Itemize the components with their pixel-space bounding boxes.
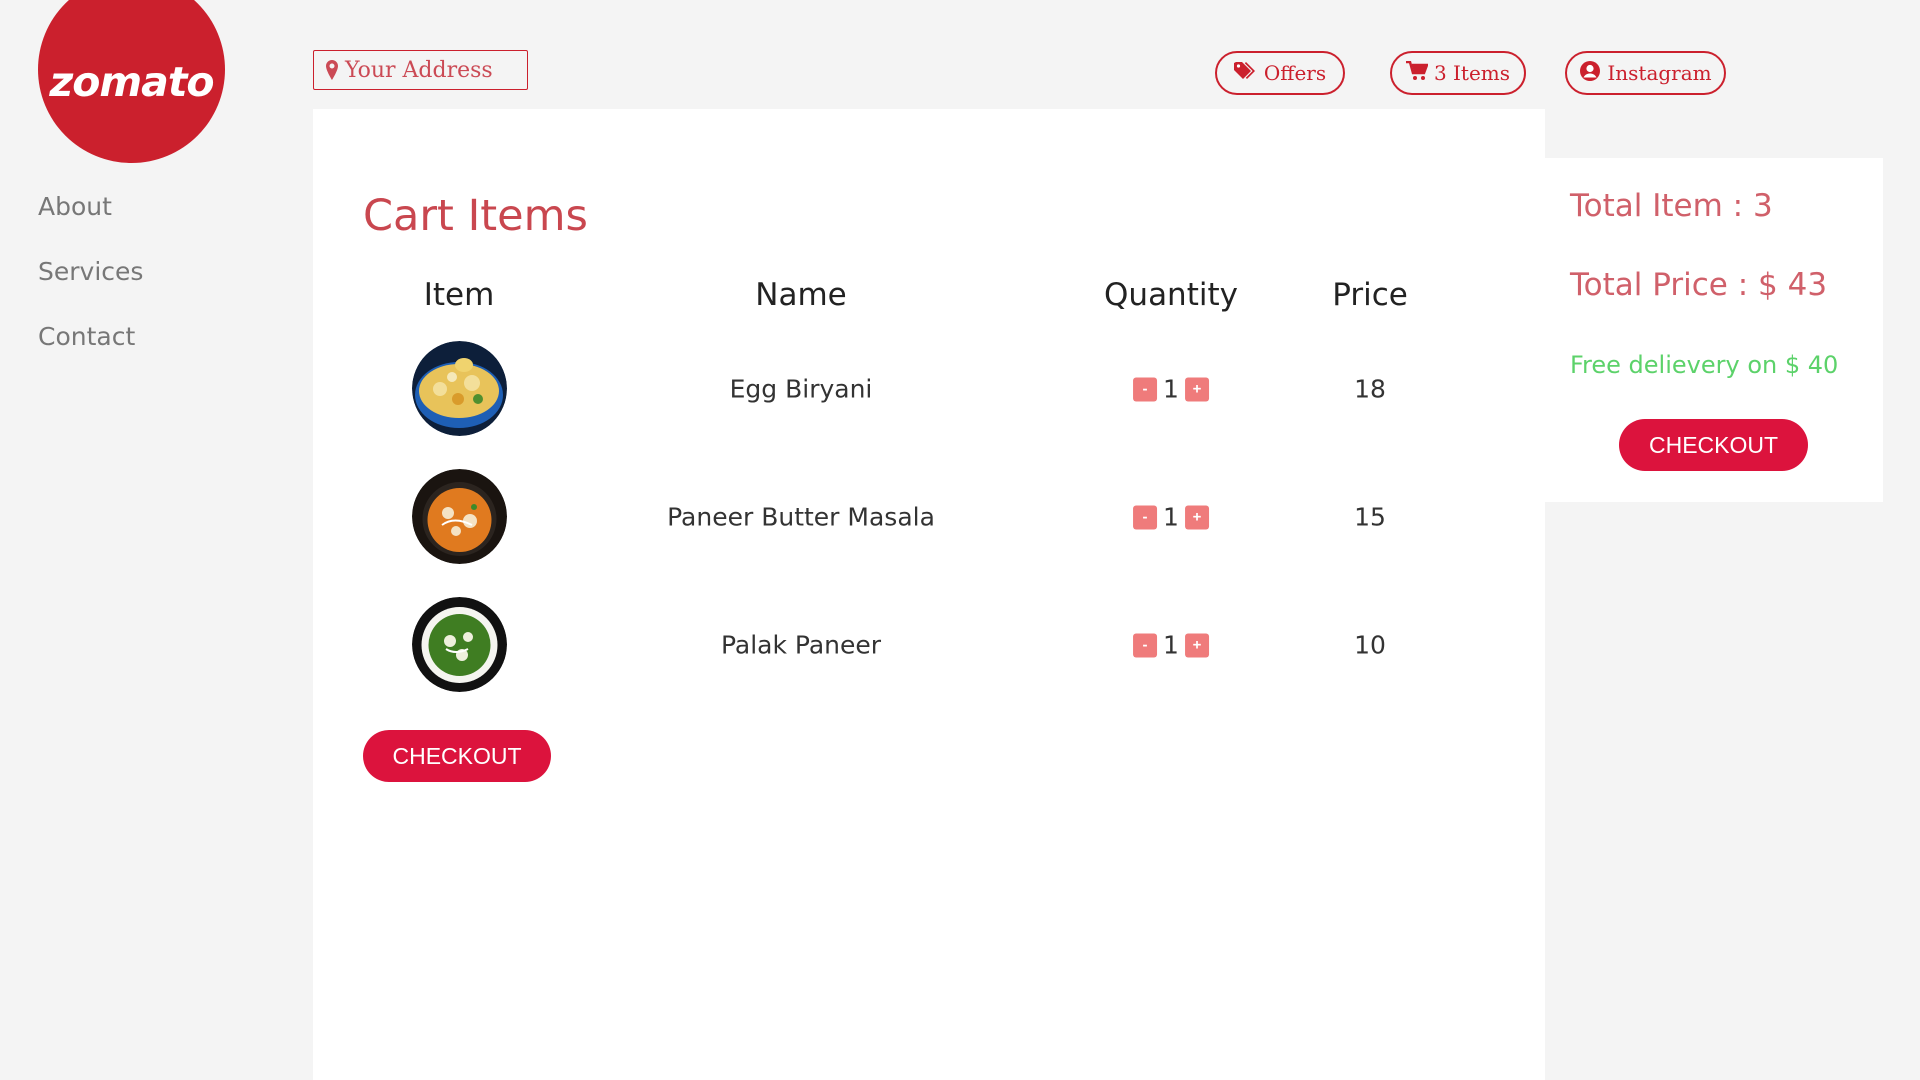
cart-row: Egg Biryani - 1 + 18: [313, 341, 1545, 437]
column-header-price: Price: [1332, 277, 1408, 313]
item-price: 18: [1354, 374, 1386, 404]
address-input[interactable]: Your Address: [313, 50, 528, 90]
palak-paneer-image: [412, 597, 507, 692]
tags-icon: [1233, 61, 1258, 86]
cart-row: Paneer Butter Masala - 1 + 15: [313, 469, 1545, 565]
nav-services[interactable]: Services: [38, 257, 143, 322]
decrement-button[interactable]: -: [1133, 505, 1158, 529]
cart-checkout-button[interactable]: CHECKOUT: [363, 730, 551, 782]
address-placeholder: Your Address: [345, 57, 493, 83]
user-circle-icon: [1579, 60, 1601, 87]
item-price: 15: [1354, 502, 1386, 532]
item-name: Paneer Butter Masala: [667, 502, 935, 532]
item-name: Egg Biryani: [729, 374, 873, 404]
cart-row: Palak Paneer - 1 + 10: [313, 597, 1545, 693]
cart-icon: [1405, 60, 1429, 86]
column-header-quantity: Quantity: [1104, 277, 1238, 313]
increment-button[interactable]: +: [1184, 505, 1209, 529]
nav-about[interactable]: About: [38, 192, 143, 257]
total-items: Total Item : 3: [1570, 188, 1773, 224]
cart-button[interactable]: 3 Items: [1390, 51, 1526, 95]
egg-biryani-image: [412, 341, 507, 436]
item-name: Palak Paneer: [720, 630, 882, 660]
offers-button[interactable]: Offers: [1215, 51, 1345, 95]
cart-panel: Cart Items Item Name Quantity Price Egg …: [313, 109, 1545, 1080]
free-delivery-note: Free delievery on $ 40: [1570, 351, 1839, 379]
zomato-logo[interactable]: zomato: [38, 0, 225, 163]
logo-text: zomato: [49, 57, 214, 106]
quantity-value: 1: [1163, 374, 1179, 404]
item-price: 10: [1354, 630, 1386, 660]
decrement-button[interactable]: -: [1133, 377, 1158, 401]
instagram-button[interactable]: Instagram: [1565, 51, 1726, 95]
map-marker-icon: [326, 60, 338, 80]
column-header-name: Name: [755, 277, 847, 313]
decrement-button[interactable]: -: [1133, 633, 1158, 657]
quantity-stepper: - 1 +: [1133, 375, 1209, 404]
offers-label: Offers: [1263, 61, 1327, 85]
quantity-stepper: - 1 +: [1133, 631, 1209, 660]
paneer-butter-masala-image: [412, 469, 507, 564]
quantity-value: 1: [1163, 502, 1179, 532]
order-summary-panel: Total Item : 3 Total Price : $ 43 Free d…: [1545, 158, 1883, 502]
quantity-stepper: - 1 +: [1133, 503, 1209, 532]
quantity-value: 1: [1163, 630, 1179, 660]
summary-checkout-button[interactable]: CHECKOUT: [1619, 419, 1808, 471]
side-navigation: About Services Contact: [38, 192, 143, 387]
nav-contact[interactable]: Contact: [38, 322, 143, 387]
instagram-label: Instagram: [1607, 61, 1712, 85]
total-price: Total Price : $ 43: [1570, 267, 1828, 303]
cart-title: Cart Items: [363, 191, 588, 241]
increment-button[interactable]: +: [1184, 377, 1209, 401]
increment-button[interactable]: +: [1184, 633, 1209, 657]
column-header-item: Item: [423, 277, 495, 313]
cart-count-label: 3 Items: [1433, 61, 1511, 85]
